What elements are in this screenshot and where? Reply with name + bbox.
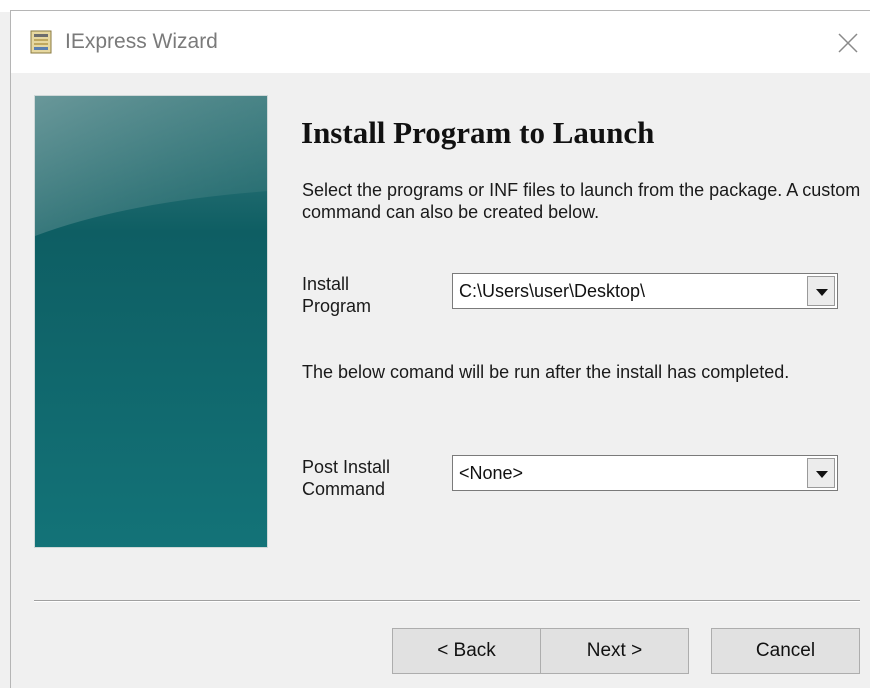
close-icon[interactable]	[834, 29, 862, 57]
page-heading: Install Program to Launch	[301, 115, 655, 150]
cancel-button[interactable]: Cancel	[711, 628, 860, 674]
post-install-dropdown-button[interactable]	[807, 458, 835, 488]
post-install-value: <None>	[459, 463, 524, 483]
title-bar: IExpress Wizard	[11, 11, 870, 73]
install-program-label-line2: Program	[302, 296, 372, 316]
install-program-value: C:\Users\user\Desktop\	[459, 281, 646, 301]
chevron-down-icon	[816, 471, 828, 478]
install-program-dropdown-button[interactable]	[807, 276, 835, 306]
install-program-label-line1: Install	[302, 274, 350, 294]
installer-icon	[30, 30, 52, 54]
post-install-label-line2: Command	[302, 479, 386, 499]
post-install-label: Post Install Command	[302, 456, 390, 500]
install-program-combo[interactable]: C:\Users\user\Desktop\	[452, 273, 838, 309]
page-description: Select the programs or INF files to laun…	[302, 180, 861, 222]
back-button[interactable]: < Back	[392, 628, 541, 674]
footer-separator	[34, 600, 860, 602]
wizard-window: IExpress Wizard Install Program to Launc…	[10, 10, 870, 688]
window-title: IExpress Wizard	[65, 30, 218, 53]
post-install-combo[interactable]: <None>	[452, 455, 838, 491]
next-button[interactable]: Next >	[540, 628, 689, 674]
wizard-side-graphic	[34, 95, 268, 548]
post-install-note: The below comand will be run after the i…	[302, 362, 790, 382]
chevron-down-icon	[816, 289, 828, 296]
post-install-label-line1: Post Install	[302, 457, 391, 477]
install-program-label: Install Program	[302, 273, 371, 317]
